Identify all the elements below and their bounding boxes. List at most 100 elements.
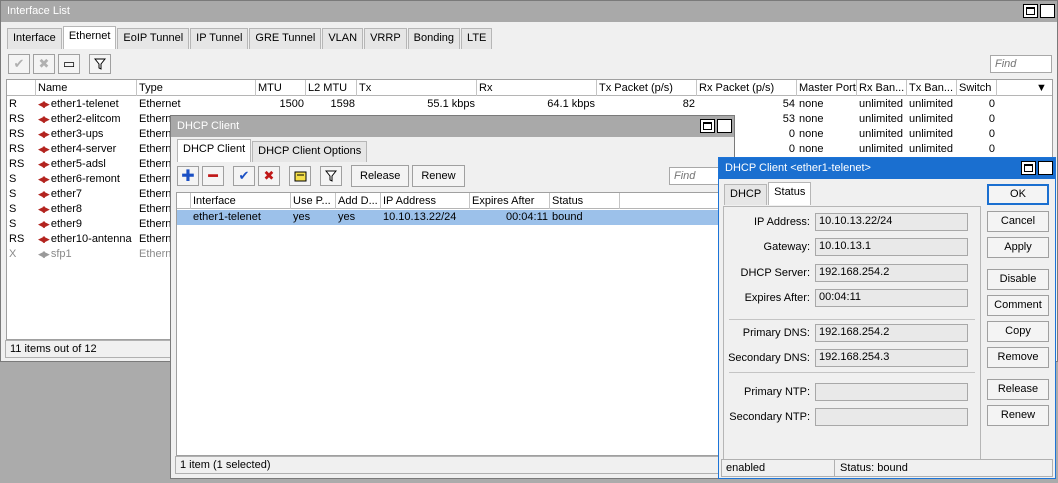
copy-button[interactable]: Copy: [987, 321, 1049, 342]
comment-button[interactable]: Comment: [987, 295, 1049, 316]
interface-list-titlebar[interactable]: Interface List ×: [1, 1, 1057, 22]
field-value[interactable]: 10.10.13.22/24: [815, 213, 968, 231]
add-icon[interactable]: ✚: [177, 166, 199, 186]
ethernet-port-icon: ◀▶: [38, 99, 50, 109]
table-row[interactable]: ether1-telenet yes yes 10.10.13.22/24 00:04:…: [177, 210, 729, 225]
table-row[interactable]: R ◀▶ ether1-telenet Ethernet 1500 1598 55.1 kb…: [7, 97, 1052, 112]
cell-txban: unlimited: [909, 113, 954, 125]
remove-button[interactable]: Remove: [987, 347, 1049, 368]
cell-rx: 64.1 kbps: [547, 98, 595, 110]
disable-button[interactable]: Disable: [987, 269, 1049, 290]
renew-button[interactable]: Renew: [412, 165, 465, 187]
tab-ethernet[interactable]: Ethernet: [62, 26, 117, 49]
interface-name: ether10-antenna: [50, 233, 132, 245]
cell-flag: RS: [9, 233, 25, 245]
maximize-icon[interactable]: [1023, 4, 1038, 18]
col-use-peer[interactable]: Use P...: [291, 193, 336, 209]
tab-gre-tunnel[interactable]: GRE Tunnel: [249, 28, 322, 49]
disable-icon[interactable]: ✖: [258, 166, 280, 186]
tab-vlan[interactable]: VLAN: [322, 28, 364, 49]
col-l2mtu[interactable]: L2 MTU: [306, 80, 357, 96]
interface-name: ether1-telenet: [50, 98, 119, 110]
interface-table-header: Name Type MTU L2 MTU Tx Rx Tx Packet (p/…: [7, 80, 1052, 96]
tab-dhcp[interactable]: DHCP: [724, 184, 768, 205]
dhcp-client-toolbar: ✚ ━ ✔ ✖ Release Renew: [177, 165, 465, 187]
cell-status: bound: [552, 211, 583, 223]
col-flag[interactable]: [177, 193, 191, 209]
filter-icon[interactable]: [320, 166, 342, 186]
columns-dropdown-icon[interactable]: ▼: [1034, 80, 1052, 96]
cancel-button[interactable]: Cancel: [987, 211, 1049, 232]
col-ip-address[interactable]: IP Address: [381, 193, 470, 209]
close-icon[interactable]: ×: [1040, 4, 1055, 18]
tab-dhcp-client[interactable]: DHCP Client: [177, 139, 252, 162]
cell-expires: 00:04:11: [505, 211, 548, 223]
field-value[interactable]: 00:04:11: [815, 289, 968, 307]
cell-txban: unlimited: [909, 128, 954, 140]
col-name[interactable]: Name: [36, 80, 137, 96]
col-flag[interactable]: [7, 80, 36, 96]
dhcp-client-table-header: Interface Use P... Add D... IP Address E…: [177, 193, 729, 209]
maximize-icon[interactable]: [700, 119, 715, 133]
window-title: DHCP Client: [177, 120, 240, 132]
filter-icon[interactable]: [89, 54, 111, 74]
col-type[interactable]: Type: [137, 80, 256, 96]
dhcp-client-detail-titlebar[interactable]: DHCP Client <ether1-telenet> ×: [719, 158, 1055, 179]
col-master-port[interactable]: Master Port: [797, 80, 857, 96]
release-button[interactable]: Release: [987, 379, 1049, 400]
disable-icon[interactable]: ✖: [33, 54, 55, 74]
dhcp-client-titlebar[interactable]: DHCP Client ×: [171, 116, 734, 137]
interface-name: ether3-ups: [50, 128, 104, 140]
ok-button[interactable]: OK: [987, 184, 1049, 205]
field-label: Secondary NTP:: [729, 411, 810, 423]
enable-icon[interactable]: ✔: [233, 166, 255, 186]
tab-lte[interactable]: LTE: [461, 28, 493, 49]
col-tx[interactable]: Tx: [357, 80, 477, 96]
tab-interface[interactable]: Interface: [7, 28, 62, 49]
interface-find-input[interactable]: [990, 55, 1052, 73]
col-tx-packet[interactable]: Tx Packet (p/s): [597, 80, 697, 96]
comment-icon[interactable]: ▭: [58, 54, 80, 74]
field-value[interactable]: [815, 383, 968, 401]
field-value[interactable]: 192.168.254.2: [815, 264, 968, 282]
col-tx-band[interactable]: Tx Ban...: [907, 80, 957, 96]
release-button[interactable]: Release: [351, 165, 410, 187]
remove-icon[interactable]: ━: [202, 166, 224, 186]
cell-txban: unlimited: [909, 143, 954, 155]
tab-status[interactable]: Status: [768, 182, 812, 205]
field-value[interactable]: 192.168.254.2: [815, 324, 968, 342]
enable-icon[interactable]: ✔: [8, 54, 30, 74]
dhcp-client-count: 1 item (1 selected): [180, 459, 271, 471]
tab-bonding[interactable]: Bonding: [407, 28, 461, 49]
interface-name: ether5-adsl: [50, 158, 106, 170]
col-switch[interactable]: Switch: [957, 80, 997, 96]
close-icon[interactable]: ×: [717, 119, 732, 133]
apply-button[interactable]: Apply: [987, 237, 1049, 258]
renew-button[interactable]: Renew: [987, 405, 1049, 426]
field-value[interactable]: [815, 408, 968, 426]
tab-eoip-tunnel[interactable]: EoIP Tunnel: [117, 28, 190, 49]
tab-dhcp-client-options[interactable]: DHCP Client Options: [252, 141, 368, 162]
cell-switch: 0: [988, 113, 995, 125]
maximize-icon[interactable]: [1021, 161, 1036, 175]
col-add-default[interactable]: Add D...: [336, 193, 381, 209]
field-value[interactable]: 192.168.254.3: [815, 349, 968, 367]
col-expires-after[interactable]: Expires After: [470, 193, 550, 209]
cell-master: none: [799, 113, 824, 125]
cell-txp: 82: [682, 98, 695, 110]
col-rx-packet[interactable]: Rx Packet (p/s): [697, 80, 797, 96]
col-rx-band[interactable]: Rx Ban...: [857, 80, 907, 96]
field-value[interactable]: 10.10.13.1: [815, 238, 968, 256]
col-rx[interactable]: Rx: [477, 80, 597, 96]
col-mtu[interactable]: MTU: [256, 80, 306, 96]
tab-ip-tunnel[interactable]: IP Tunnel: [190, 28, 249, 49]
col-interface[interactable]: Interface: [191, 193, 291, 209]
cell-txban: unlimited: [909, 98, 954, 110]
close-icon[interactable]: ×: [1038, 161, 1053, 175]
cell-flag: RS: [9, 158, 25, 170]
tab-vrrp[interactable]: VRRP: [364, 28, 407, 49]
comment-icon[interactable]: [289, 166, 311, 186]
col-status[interactable]: Status: [550, 193, 620, 209]
ethernet-port-icon: ◀▶: [38, 204, 50, 214]
interface-name: ether2-elitcom: [50, 113, 121, 125]
